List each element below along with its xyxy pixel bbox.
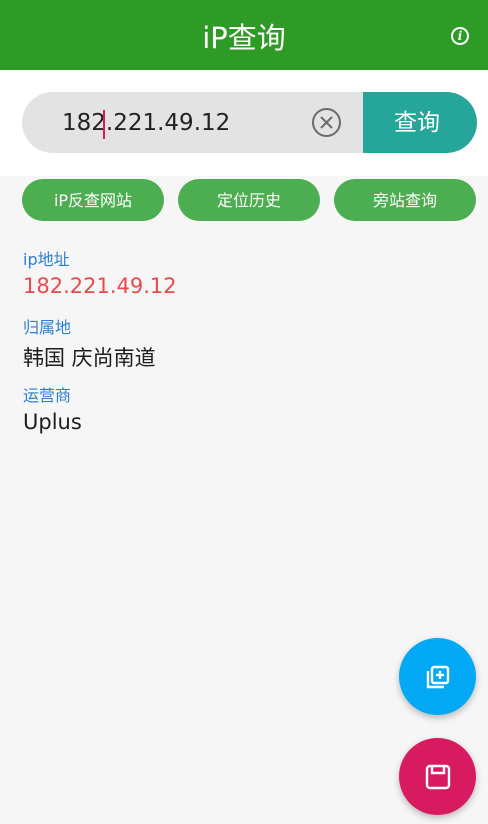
location-value: 韩国 庆尚南道 xyxy=(23,346,156,370)
copy-add-button[interactable] xyxy=(399,638,476,715)
isp-value: Uplus xyxy=(23,410,82,434)
reverse-ip-lookup-button[interactable]: iP反查网站 xyxy=(22,179,164,221)
isp-label: 运营商 xyxy=(23,386,72,405)
save-icon xyxy=(425,764,451,790)
copy-add-icon xyxy=(426,665,450,689)
search-bar: 182.221.49.12 查询 xyxy=(0,70,488,176)
ip-address-label: ip地址 xyxy=(23,250,70,269)
ip-input-value[interactable]: 182.221.49.12 xyxy=(62,92,230,153)
location-label: 归属地 xyxy=(23,318,72,337)
action-chips: iP反查网站 定位历史 旁站查询 xyxy=(0,179,488,221)
clear-circle-icon[interactable] xyxy=(312,108,341,137)
text-caret xyxy=(103,110,105,139)
save-button[interactable] xyxy=(399,738,476,815)
side-site-query-button[interactable]: 旁站查询 xyxy=(334,179,476,221)
app-bar: iP查询 i xyxy=(0,0,488,70)
location-history-button[interactable]: 定位历史 xyxy=(178,179,320,221)
app-title: iP查询 xyxy=(202,21,286,55)
ip-address-value: 182.221.49.12 xyxy=(23,274,177,298)
search-button[interactable]: 查询 xyxy=(363,92,477,153)
info-icon[interactable]: i xyxy=(451,27,469,45)
